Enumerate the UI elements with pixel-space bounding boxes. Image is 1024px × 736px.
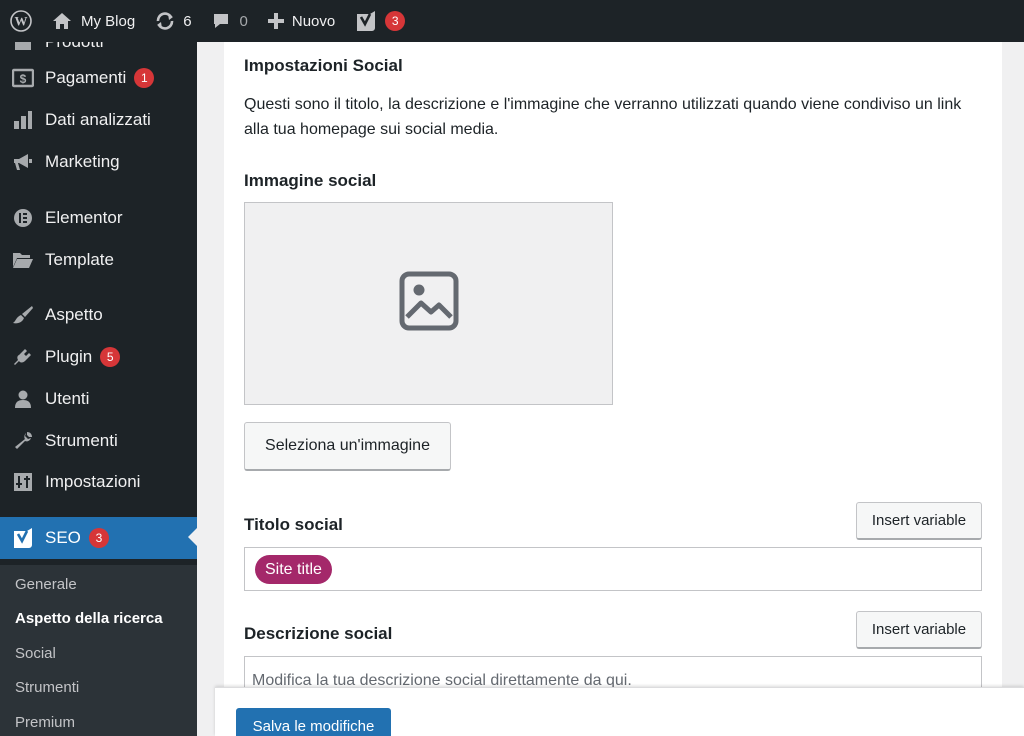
payments-icon: $ bbox=[11, 66, 35, 90]
sidebar-item-marketing[interactable]: Marketing bbox=[0, 143, 197, 181]
image-placeholder-icon bbox=[399, 271, 459, 336]
svg-text:$: $ bbox=[20, 72, 27, 86]
section-title: Impostazioni Social bbox=[244, 56, 403, 75]
title-insert-variable-button[interactable]: Insert variable bbox=[856, 502, 982, 540]
seo-submenu: Generale Aspetto della ricerca Social St… bbox=[0, 565, 197, 736]
sidebar-item-label: Template bbox=[45, 250, 114, 269]
users-icon bbox=[11, 387, 35, 411]
analytics-icon bbox=[11, 108, 35, 132]
megaphone-icon bbox=[11, 150, 35, 174]
seo-badge: 3 bbox=[88, 528, 109, 548]
admin-sidebar: Prodotti $ Pagamenti 1 Dati analizzati M… bbox=[0, 42, 197, 736]
sidebar-item-label: Elementor bbox=[45, 208, 123, 227]
sidebar-item-pagamenti[interactable]: $ Pagamenti 1 bbox=[0, 59, 197, 97]
social-title-input[interactable]: Site title bbox=[244, 547, 982, 591]
site-name-link[interactable]: My Blog bbox=[42, 0, 145, 42]
elementor-icon bbox=[11, 206, 35, 230]
sidebar-item-label: SEO bbox=[45, 528, 81, 547]
sidebar-item-label: Utenti bbox=[45, 389, 90, 408]
comments-count: 0 bbox=[239, 12, 248, 30]
svg-text:W: W bbox=[15, 14, 28, 29]
brush-icon bbox=[11, 303, 35, 327]
save-changes-button[interactable]: Salva le modifiche bbox=[236, 708, 391, 736]
yoast-menu-link[interactable]: 3 bbox=[345, 0, 415, 42]
sidebar-item-utenti[interactable]: Utenti bbox=[0, 380, 197, 418]
sidebar-item-label: Prodotti bbox=[45, 42, 104, 52]
wordpress-logo-icon[interactable]: W bbox=[0, 0, 42, 42]
updates-count: 6 bbox=[183, 12, 192, 30]
admin-bar: W My Blog 6 0 Nuovo 3 bbox=[0, 0, 1024, 42]
submenu-social[interactable]: Social bbox=[15, 645, 56, 662]
wrench-icon bbox=[11, 429, 35, 453]
site-name: My Blog bbox=[81, 12, 136, 30]
social-image-label: Immagine social bbox=[244, 171, 377, 190]
social-description-label: Descrizione social bbox=[244, 624, 393, 643]
social-title-label: Titolo social bbox=[244, 515, 343, 534]
sidebar-item-plugin[interactable]: Plugin 5 bbox=[0, 338, 197, 376]
folder-icon bbox=[11, 248, 35, 272]
home-icon bbox=[52, 12, 72, 30]
sidebar-item-dati-analizzati[interactable]: Dati analizzati bbox=[0, 101, 197, 139]
select-image-button[interactable]: Seleziona un'immagine bbox=[244, 422, 451, 471]
settings-icon bbox=[11, 470, 35, 494]
plugin-icon bbox=[11, 345, 35, 369]
yoast-notification-badge: 3 bbox=[385, 11, 406, 31]
products-icon bbox=[11, 42, 35, 54]
new-content-link[interactable]: Nuovo bbox=[258, 0, 345, 42]
comments-link[interactable]: 0 bbox=[202, 0, 258, 42]
yoast-icon bbox=[11, 526, 35, 550]
updates-icon bbox=[155, 12, 175, 30]
sidebar-item-seo[interactable]: SEO 3 bbox=[0, 517, 197, 559]
sidebar-item-label: Aspetto bbox=[45, 305, 103, 324]
yoast-icon bbox=[355, 10, 377, 32]
section-description: Questi sono il titolo, la descrizione e … bbox=[244, 96, 962, 138]
sidebar-item-label: Marketing bbox=[45, 152, 120, 171]
site-title-variable-pill[interactable]: Site title bbox=[255, 555, 332, 584]
sidebar-item-label: Plugin bbox=[45, 347, 93, 366]
sidebar-item-label: Strumenti bbox=[45, 431, 118, 450]
submenu-aspetto-della-ricerca[interactable]: Aspetto della ricerca bbox=[15, 610, 163, 627]
pagamenti-badge: 1 bbox=[134, 68, 155, 88]
social-image-preview[interactable] bbox=[244, 202, 613, 405]
submenu-generale[interactable]: Generale bbox=[15, 576, 77, 593]
sidebar-item-impostazioni[interactable]: Impostazioni bbox=[0, 463, 197, 501]
plus-icon bbox=[267, 13, 284, 29]
sidebar-item-label: Dati analizzati bbox=[45, 110, 151, 129]
plugin-badge: 5 bbox=[100, 347, 121, 367]
sidebar-item-template[interactable]: Template bbox=[0, 241, 197, 279]
sidebar-item-elementor[interactable]: Elementor bbox=[0, 199, 197, 237]
comment-icon bbox=[212, 12, 230, 30]
sidebar-item-aspetto[interactable]: Aspetto bbox=[0, 296, 197, 334]
sidebar-item-label: Impostazioni bbox=[45, 472, 141, 491]
sidebar-item-strumenti[interactable]: Strumenti bbox=[0, 422, 197, 460]
submenu-premium[interactable]: Premium bbox=[15, 714, 75, 731]
sidebar-item-label: Pagamenti bbox=[45, 68, 127, 87]
description-insert-variable-button[interactable]: Insert variable bbox=[856, 611, 982, 649]
updates-link[interactable]: 6 bbox=[145, 0, 201, 42]
new-label: Nuovo bbox=[291, 12, 336, 30]
submenu-strumenti[interactable]: Strumenti bbox=[15, 679, 79, 696]
